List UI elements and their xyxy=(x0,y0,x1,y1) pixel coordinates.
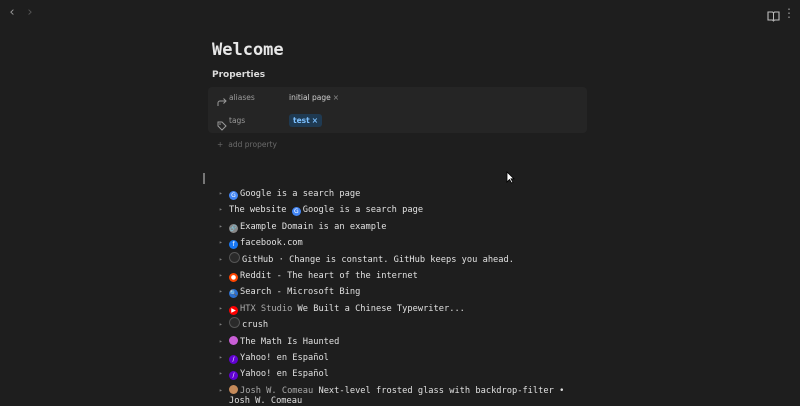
substack-icon xyxy=(229,335,238,345)
top-bar: ‹ › ⋮ xyxy=(0,0,800,26)
list-item[interactable]: ▸ ● Reddit - The heart of the internet xyxy=(219,268,779,284)
list-item[interactable]: ▸ The website G Google is a search page xyxy=(219,202,779,218)
link-text[interactable]: Next-level frosted glass with backdrop-f… xyxy=(318,386,564,396)
link-text[interactable]: Search - Microsoft Bing xyxy=(240,287,360,297)
property-row-aliases[interactable]: aliases initial page × xyxy=(208,87,587,110)
list-item[interactable]: ▸ Josh W. Comeau Next-level frosted glass… xyxy=(219,383,779,399)
source-name: HTX Studio xyxy=(240,303,298,314)
list-item-content: f facebook.com xyxy=(229,235,303,251)
source-name: Josh W. Comeau xyxy=(240,385,319,396)
tag-label: test xyxy=(293,116,310,125)
yahoo-icon: / xyxy=(229,354,238,364)
collapse-triangle-icon[interactable]: ▸ xyxy=(219,350,223,366)
collapse-triangle-icon[interactable]: ▸ xyxy=(219,252,223,268)
list-item-content: ● Reddit - The heart of the internet xyxy=(229,268,418,284)
collapse-triangle-icon[interactable]: ▸ xyxy=(219,202,223,218)
list-item-content: 🔗 Example Domain is an example xyxy=(229,219,386,235)
link-text[interactable]: crush xyxy=(242,320,268,330)
link-text[interactable]: Google is a search page xyxy=(303,205,423,215)
collapse-triangle-icon[interactable]: ▸ xyxy=(219,235,223,251)
list-item-content: GitHub · Change is constant. GitHub keep… xyxy=(229,251,514,268)
link-text[interactable]: The Math Is Haunted xyxy=(240,337,339,347)
collapse-triangle-icon[interactable]: ▸ xyxy=(219,219,223,235)
list-item[interactable]: ▸ crush xyxy=(219,317,779,333)
add-property-button[interactable]: + add property xyxy=(217,140,277,149)
properties-heading[interactable]: Properties xyxy=(212,70,265,80)
remove-alias-icon[interactable]: × xyxy=(333,93,339,102)
link-text[interactable]: Yahoo! en Español xyxy=(240,369,329,379)
list-item-content: The website G Google is a search page xyxy=(229,202,423,218)
list-item[interactable]: ▸ 🔍 Search - Microsoft Bing xyxy=(219,284,779,300)
alias-label: initial page xyxy=(289,93,331,102)
list-item[interactable]: ▸ ▶ HTX Studio We Built a Chinese Typewrit… xyxy=(219,301,779,317)
list-item-content: / Yahoo! en Español xyxy=(229,366,329,382)
facebook-icon: f xyxy=(229,240,238,250)
list-item-content: crush xyxy=(229,317,268,333)
collapse-triangle-icon[interactable]: ▸ xyxy=(219,284,223,300)
book-icon[interactable] xyxy=(767,7,780,22)
property-row-tags[interactable]: tags test × xyxy=(208,110,587,133)
search-icon: 🔍 xyxy=(229,289,238,299)
list-item[interactable]: ▸ GitHub · Change is constant. GitHub kee… xyxy=(219,251,779,268)
property-key: tags xyxy=(229,116,246,125)
list-item-content: 🔍 Search - Microsoft Bing xyxy=(229,284,360,300)
add-property-label: add property xyxy=(228,140,277,149)
list-item-content: / Yahoo! en Español xyxy=(229,350,329,366)
page-title[interactable]: Welcome xyxy=(212,40,284,60)
back-arrow-icon[interactable]: ‹ xyxy=(5,6,19,20)
remove-tag-icon[interactable]: × xyxy=(312,116,318,125)
youtube-icon: ▶ xyxy=(229,305,238,315)
yahoo-icon: / xyxy=(229,371,238,381)
collapse-triangle-icon[interactable]: ▸ xyxy=(219,186,223,202)
list-item[interactable]: ▸ 🔗 Example Domain is an example xyxy=(219,219,779,235)
list-item-content: The Math Is Haunted xyxy=(229,334,339,350)
forward-arrow-icon xyxy=(217,93,227,106)
tag-icon xyxy=(217,116,227,131)
more-options-icon[interactable]: ⋮ xyxy=(783,6,795,20)
collapse-triangle-icon[interactable]: ▸ xyxy=(219,268,223,284)
link-text[interactable]: Google is a search page xyxy=(240,189,360,199)
properties-panel: aliases initial page × tags test × xyxy=(208,87,587,133)
link-text[interactable]: Yahoo! en Español xyxy=(240,353,329,363)
text-caret xyxy=(203,173,205,184)
link-list: ▸ G Google is a search page ▸ The website GG… xyxy=(219,186,779,399)
collapse-triangle-icon[interactable]: ▸ xyxy=(219,383,223,399)
list-item[interactable]: ▸ G Google is a search page xyxy=(219,186,779,202)
list-item[interactable]: ▸ f facebook.com xyxy=(219,235,779,251)
collapse-triangle-icon[interactable]: ▸ xyxy=(219,366,223,382)
list-item-overflow-text: Josh W. Comeau xyxy=(229,396,303,406)
aliases-value[interactable]: initial page × xyxy=(289,93,339,102)
link-text[interactable]: facebook.com xyxy=(240,238,303,248)
property-key: aliases xyxy=(229,93,255,102)
list-item[interactable]: ▸ / Yahoo! en Español xyxy=(219,350,779,366)
google-icon: G xyxy=(229,191,238,200)
reddit-icon: ● xyxy=(229,272,238,282)
google-icon: G xyxy=(291,207,301,217)
collapse-triangle-icon[interactable]: ▸ xyxy=(219,334,223,350)
globe-icon xyxy=(229,317,240,329)
list-item[interactable]: ▸ / Yahoo! en Español xyxy=(219,366,779,382)
collapse-triangle-icon[interactable]: ▸ xyxy=(219,317,223,333)
plus-icon: + xyxy=(217,140,224,149)
link-text[interactable]: GitHub · Change is constant. GitHub keep… xyxy=(242,255,514,265)
list-item-content: ▶ HTX Studio We Built a Chinese Typewrite… xyxy=(229,301,465,317)
forward-arrow-icon[interactable]: › xyxy=(23,6,37,20)
item-prefix-text: The website xyxy=(229,205,292,216)
list-item[interactable]: ▸ The Math Is Haunted xyxy=(219,334,779,350)
avatar-icon xyxy=(229,384,238,394)
link-text[interactable]: We Built a Chinese Typewriter... xyxy=(298,304,465,314)
link-text[interactable]: Example Domain is an example xyxy=(240,222,386,232)
github-icon xyxy=(229,251,240,263)
link-text[interactable]: Reddit - The heart of the internet xyxy=(240,271,418,281)
collapse-triangle-icon[interactable]: ▸ xyxy=(219,301,223,317)
tag-pill[interactable]: test × xyxy=(289,114,323,127)
link-icon: 🔗 xyxy=(229,223,238,233)
list-item-content: G Google is a search page xyxy=(229,186,360,202)
